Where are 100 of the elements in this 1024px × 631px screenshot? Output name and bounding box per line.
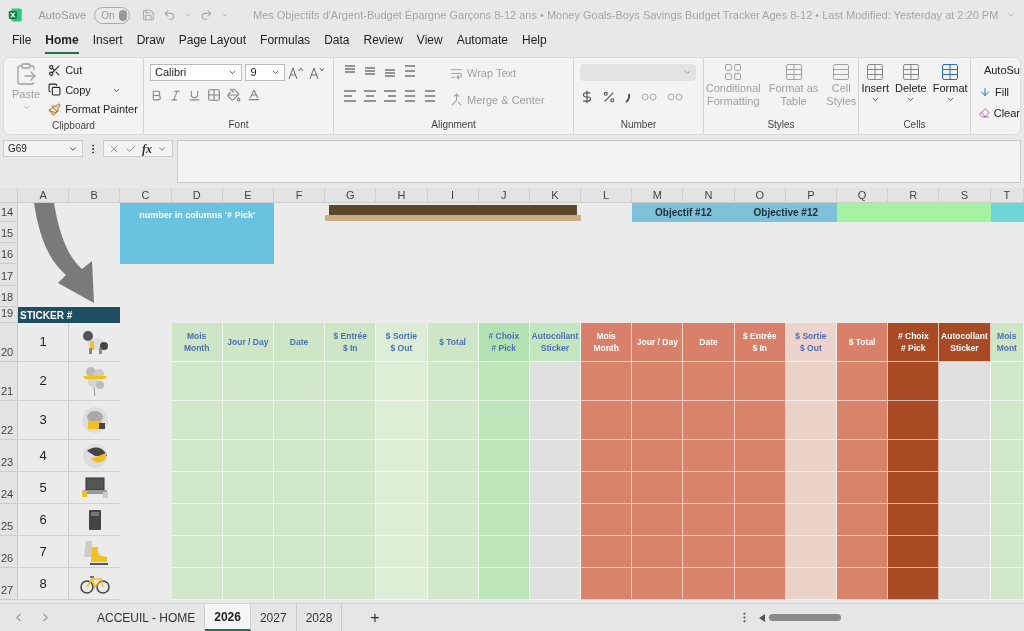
- format-painter-button[interactable]: Format Painter: [48, 101, 138, 118]
- row-number[interactable]: 16: [0, 243, 18, 264]
- font-color-icon[interactable]: [247, 88, 261, 102]
- underline-icon[interactable]: [188, 88, 201, 102]
- row-number[interactable]: 18: [0, 286, 18, 307]
- row-number[interactable]: 22: [0, 401, 18, 440]
- column-letter[interactable]: T: [990, 188, 1024, 202]
- column-letter[interactable]: I: [427, 188, 479, 202]
- table-cell: [529, 401, 582, 440]
- row-number[interactable]: 20: [0, 323, 18, 362]
- menu-tab[interactable]: Data: [324, 31, 350, 54]
- copy-button[interactable]: Copy: [48, 81, 138, 98]
- save-icon[interactable]: [142, 7, 156, 23]
- table-cell: [222, 440, 274, 472]
- align-right-icon[interactable]: [382, 88, 398, 104]
- table-cell: [785, 568, 837, 600]
- column-letter[interactable]: H: [376, 188, 428, 202]
- table-cell: [171, 472, 223, 504]
- table-cell: [376, 472, 428, 504]
- row-number[interactable]: 27: [0, 568, 18, 600]
- menu-tab[interactable]: File: [12, 31, 32, 54]
- row-number[interactable]: 17: [0, 264, 18, 286]
- menu-tab[interactable]: Page Layout: [178, 31, 247, 54]
- name-box[interactable]: G69: [3, 140, 83, 157]
- table-cell: [581, 568, 633, 600]
- table-cell: [632, 504, 684, 536]
- column-letter[interactable]: F: [273, 188, 326, 202]
- table-cell: [325, 472, 377, 504]
- column-letter[interactable]: C: [120, 188, 172, 202]
- redo-icon[interactable]: [200, 7, 213, 23]
- caret-icon[interactable]: [112, 86, 122, 95]
- column-letter[interactable]: B: [69, 188, 121, 202]
- font-name-field[interactable]: Calibri: [150, 64, 243, 81]
- menu-tab[interactable]: Automate: [456, 31, 508, 54]
- menu-tab[interactable]: Draw: [136, 31, 165, 54]
- cut-button[interactable]: Cut: [48, 62, 138, 79]
- bold-icon[interactable]: [150, 88, 163, 102]
- column-letter[interactable]: D: [171, 188, 223, 202]
- cells-button[interactable]: Delete: [894, 62, 927, 117]
- column-letter[interactable]: G: [325, 188, 377, 202]
- row-number[interactable]: 21: [0, 362, 18, 401]
- column-letter[interactable]: A: [18, 188, 70, 202]
- scroll-left-icon[interactable]: [758, 613, 765, 622]
- percent-icon[interactable]: [602, 90, 616, 104]
- table-cell: [427, 536, 479, 568]
- editing-button[interactable]: AutoSu: [979, 62, 1020, 79]
- column-letter[interactable]: E: [222, 188, 274, 202]
- sheet-tab[interactable]: 2027: [250, 604, 297, 631]
- column-letter[interactable]: J: [478, 188, 530, 202]
- sheet-tab[interactable]: 2026: [205, 604, 251, 631]
- row-number[interactable]: 14: [0, 203, 18, 222]
- cells-button[interactable]: Format: [932, 62, 968, 117]
- indent-icon[interactable]: [402, 88, 418, 104]
- sheet-tab[interactable]: 2028: [296, 604, 343, 631]
- cells-button[interactable]: Insert: [861, 62, 889, 117]
- column-letter[interactable]: P: [785, 188, 837, 202]
- number-format-field[interactable]: [580, 64, 696, 81]
- menu-tab[interactable]: View: [416, 31, 443, 54]
- group-label: Cells: [902, 118, 927, 132]
- formula-input[interactable]: [177, 140, 1021, 183]
- shrink-font-icon[interactable]: [309, 65, 327, 80]
- align-left-icon[interactable]: [342, 88, 358, 104]
- column-letter[interactable]: K: [529, 188, 582, 202]
- editing-button[interactable]: Fill: [979, 83, 1020, 100]
- borders-icon[interactable]: [207, 88, 221, 102]
- fill-color-icon[interactable]: [227, 88, 241, 102]
- editing-button[interactable]: Clear: [979, 105, 1020, 122]
- orientation-icon[interactable]: [402, 63, 418, 79]
- column-letter[interactable]: O: [734, 188, 786, 202]
- menu-tab[interactable]: Home: [45, 31, 79, 54]
- indent-icon[interactable]: [422, 88, 438, 104]
- menu-tab[interactable]: Insert: [92, 31, 123, 54]
- column-letter[interactable]: N: [683, 188, 735, 202]
- italic-icon[interactable]: [169, 88, 182, 102]
- column-header: Date: [683, 323, 735, 362]
- decimal-icon[interactable]: [666, 90, 684, 104]
- row-number[interactable]: 23: [0, 440, 18, 472]
- row-number[interactable]: 15: [0, 222, 18, 243]
- align-center-icon[interactable]: [362, 88, 378, 104]
- column-letter[interactable]: Q: [837, 188, 889, 202]
- spreadsheet-logo-icon[interactable]: [8, 6, 23, 24]
- row-number[interactable]: 25: [0, 504, 18, 536]
- decimal-icon[interactable]: [640, 90, 658, 104]
- table-cell: [325, 536, 377, 568]
- add-sheet-button[interactable]: +: [342, 605, 408, 630]
- font-size-field[interactable]: 9: [245, 64, 286, 81]
- column-letter[interactable]: R: [888, 188, 940, 202]
- column-letter[interactable]: S: [939, 188, 991, 202]
- menu-tab[interactable]: Formulas: [260, 31, 311, 54]
- row-number[interactable]: 19: [0, 307, 18, 323]
- row-number[interactable]: 24: [0, 472, 18, 504]
- currency-icon[interactable]: [580, 90, 594, 104]
- column-letter[interactable]: L: [581, 188, 633, 202]
- menu-tab[interactable]: Review: [363, 31, 403, 54]
- undo-icon[interactable]: [163, 7, 176, 23]
- row-number[interactable]: 26: [0, 536, 18, 568]
- column-letter[interactable]: M: [632, 188, 684, 202]
- insert-function-button[interactable]: fx: [142, 139, 152, 158]
- menu-tab[interactable]: Help: [522, 31, 547, 54]
- scrollbar-thumb[interactable]: [768, 614, 841, 621]
